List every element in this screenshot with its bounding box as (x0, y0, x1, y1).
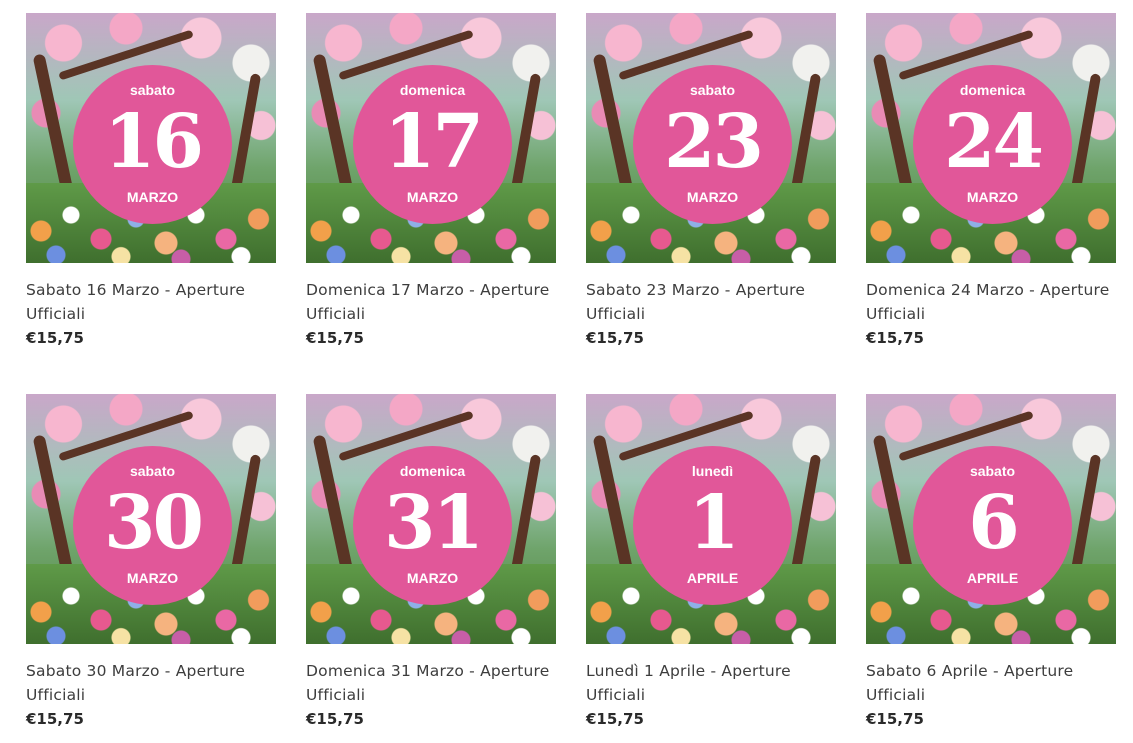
product-title-line: Domenica 17 Marzo - Aperture (306, 281, 550, 299)
product-title-link[interactable]: Sabato 16 Marzo - Aperture Ufficiali (26, 278, 276, 326)
product-card[interactable]: sabato 6 APRILE Sabato 6 Aprile - Apertu… (866, 394, 1116, 732)
product-title-link[interactable]: Domenica 24 Marzo - Aperture Ufficiali (866, 278, 1116, 326)
badge-month: MARZO (126, 189, 179, 205)
product-card[interactable]: lunedì 1 APRILE Lunedì 1 Aprile - Apertu… (586, 394, 836, 732)
product-card[interactable]: domenica 31 MARZO Domenica 31 Marzo - Ap… (306, 394, 556, 732)
product-price: €15,75 (866, 710, 924, 728)
product-title-line: Domenica 31 Marzo - Aperture (306, 662, 550, 680)
product-image[interactable]: domenica 17 MARZO (306, 13, 556, 263)
product-price: €15,75 (866, 329, 924, 347)
badge-weekday: domenica (399, 463, 466, 479)
product-title-line: Sabato 16 Marzo - Aperture (26, 281, 246, 299)
product-title-line: Sabato 23 Marzo - Aperture (586, 281, 806, 299)
product-title-link[interactable]: Sabato 30 Marzo - Aperture Ufficiali (26, 659, 276, 707)
product-title-line: Domenica 24 Marzo - Aperture (866, 281, 1110, 299)
badge-day: 6 (968, 480, 1020, 566)
product-title-link[interactable]: Domenica 31 Marzo - Aperture Ufficiali (306, 659, 556, 707)
date-badge: domenica 17 MARZO (353, 65, 512, 224)
badge-month: MARZO (406, 189, 459, 205)
date-badge: domenica 24 MARZO (913, 65, 1072, 224)
product-card[interactable]: sabato 16 MARZO Sabato 16 Marzo - Apertu… (26, 13, 276, 351)
product-price: €15,75 (306, 710, 364, 728)
date-badge: lunedì 1 APRILE (633, 446, 792, 605)
product-price: €15,75 (26, 710, 84, 728)
product-title-line: Ufficiali (306, 305, 366, 323)
product-image[interactable]: sabato 6 APRILE (866, 394, 1116, 644)
badge-month: MARZO (406, 570, 459, 586)
product-title-line: Sabato 6 Aprile - Aperture (866, 662, 1074, 680)
product-image[interactable]: sabato 16 MARZO (26, 13, 276, 263)
product-card[interactable]: domenica 24 MARZO Domenica 24 Marzo - Ap… (866, 13, 1116, 351)
product-card[interactable]: sabato 23 MARZO Sabato 23 Marzo - Apertu… (586, 13, 836, 351)
badge-month: MARZO (966, 189, 1019, 205)
product-title-line: Ufficiali (866, 305, 926, 323)
product-grid: sabato 16 MARZO Sabato 16 Marzo - Apertu… (0, 0, 1133, 743)
product-price: €15,75 (26, 329, 84, 347)
product-image[interactable]: sabato 23 MARZO (586, 13, 836, 263)
product-title-line: Ufficiali (866, 686, 926, 704)
date-badge: domenica 31 MARZO (353, 446, 512, 605)
badge-weekday: lunedì (691, 463, 734, 479)
badge-weekday: domenica (399, 82, 466, 98)
product-price: €15,75 (586, 710, 644, 728)
badge-day: 1 (688, 480, 740, 566)
badge-month: APRILE (966, 570, 1019, 586)
product-title-line: Ufficiali (586, 305, 646, 323)
product-title-line: Ufficiali (26, 686, 86, 704)
badge-weekday: domenica (959, 82, 1026, 98)
product-title-link[interactable]: Lunedì 1 Aprile - Aperture Ufficiali (586, 659, 836, 707)
badge-day: 24 (944, 99, 1044, 185)
product-image[interactable]: lunedì 1 APRILE (586, 394, 836, 644)
badge-day: 16 (104, 99, 204, 185)
product-price: €15,75 (306, 329, 364, 347)
product-title-line: Ufficiali (586, 686, 646, 704)
badge-day: 23 (664, 99, 764, 185)
product-image[interactable]: domenica 24 MARZO (866, 13, 1116, 263)
product-image[interactable]: domenica 31 MARZO (306, 394, 556, 644)
product-title-line: Ufficiali (26, 305, 86, 323)
badge-weekday: sabato (129, 82, 176, 98)
product-title-link[interactable]: Sabato 23 Marzo - Aperture Ufficiali (586, 278, 836, 326)
product-image[interactable]: sabato 30 MARZO (26, 394, 276, 644)
date-badge: sabato 16 MARZO (73, 65, 232, 224)
badge-day: 30 (104, 480, 204, 566)
product-title-line: Ufficiali (306, 686, 366, 704)
product-title-link[interactable]: Sabato 6 Aprile - Aperture Ufficiali (866, 659, 1116, 707)
badge-month: MARZO (126, 570, 179, 586)
badge-weekday: sabato (129, 463, 176, 479)
date-badge: sabato 6 APRILE (913, 446, 1072, 605)
badge-day: 17 (384, 99, 484, 185)
badge-day: 31 (384, 480, 484, 566)
badge-weekday: sabato (689, 82, 736, 98)
product-title-link[interactable]: Domenica 17 Marzo - Aperture Ufficiali (306, 278, 556, 326)
date-badge: sabato 30 MARZO (73, 446, 232, 605)
date-badge: sabato 23 MARZO (633, 65, 792, 224)
product-title-line: Lunedì 1 Aprile - Aperture (586, 662, 791, 680)
product-title-line: Sabato 30 Marzo - Aperture (26, 662, 246, 680)
product-card[interactable]: sabato 30 MARZO Sabato 30 Marzo - Apertu… (26, 394, 276, 732)
product-price: €15,75 (586, 329, 644, 347)
badge-month: MARZO (686, 189, 739, 205)
product-card[interactable]: domenica 17 MARZO Domenica 17 Marzo - Ap… (306, 13, 556, 351)
badge-weekday: sabato (969, 463, 1016, 479)
badge-month: APRILE (686, 570, 739, 586)
